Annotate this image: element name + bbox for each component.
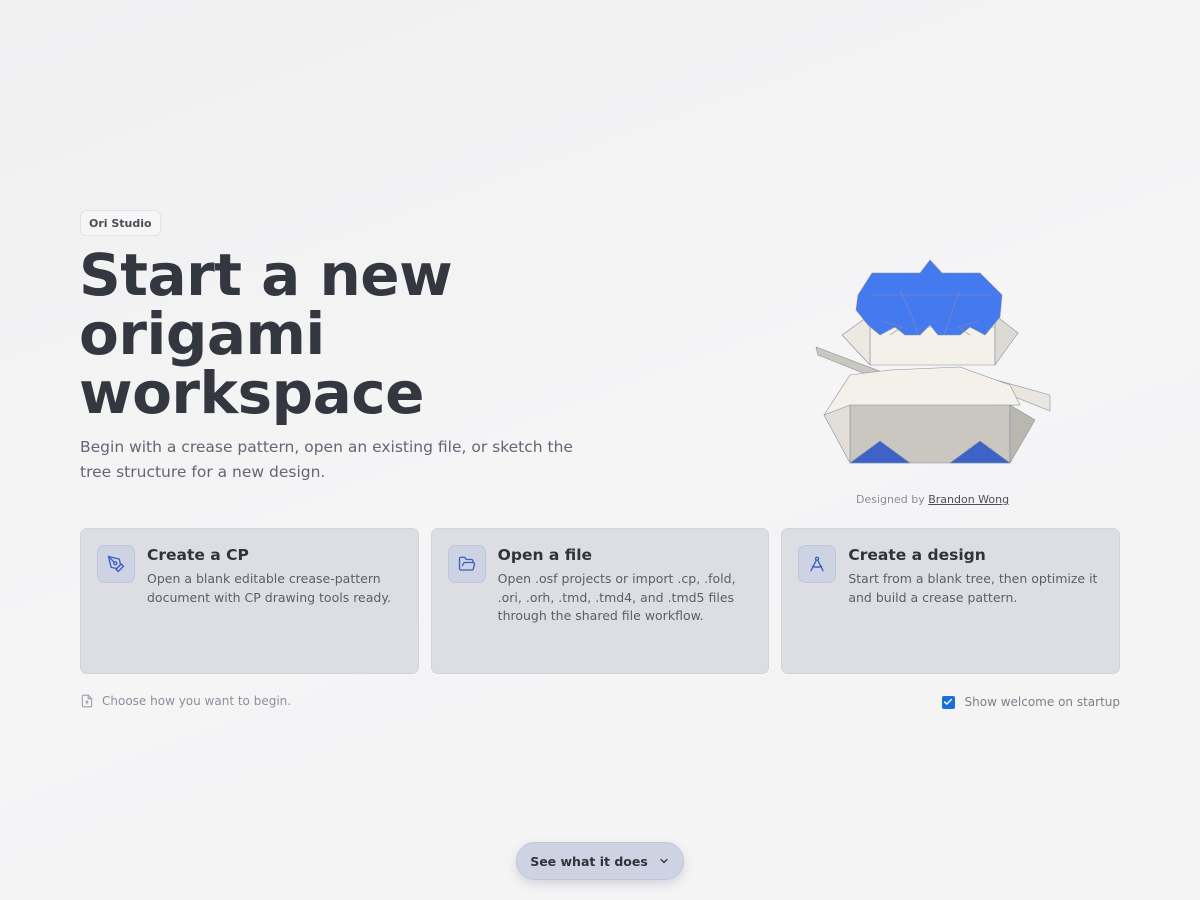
create-cp-card[interactable]: Create a CP Open a blank editable crease… [80, 528, 419, 674]
begin-hint: Choose how you want to begin. [80, 694, 291, 708]
create-design-card[interactable]: Create a design Start from a blank tree,… [781, 528, 1121, 674]
card-description: Start from a blank tree, then optimize i… [848, 571, 1098, 605]
card-description: Open a blank editable crease-pattern doc… [147, 571, 391, 605]
page-subtitle: Begin with a crease pattern, open an exi… [80, 438, 573, 481]
credit-prefix: Designed by [856, 493, 925, 506]
pen-nib-icon [97, 545, 135, 583]
folder-open-icon [447, 545, 486, 583]
credit-author-link[interactable]: Brandon Wong [928, 493, 1009, 506]
page-title: Start a new origami workspace [79, 241, 453, 427]
check-icon [943, 698, 953, 705]
startup-toggle[interactable]: Show welcome on startup [941, 695, 1120, 709]
open-file-card[interactable]: Open a file Open .osf projects or import… [430, 528, 770, 674]
origami-penguin-illustration [810, 255, 1060, 475]
card-title: Create a design [848, 546, 986, 564]
see-what-it-does-button[interactable]: See what it does [516, 842, 684, 880]
illustration-credit: Designed by Brandon Wong [856, 493, 1009, 506]
file-hint-icon [81, 694, 93, 708]
hint-text: Choose how you want to begin. [102, 694, 292, 708]
see-button-label: See what it does [530, 853, 648, 869]
card-title: Open a file [497, 546, 593, 564]
card-description: Open .osf projects or import .cp, .fold,… [497, 571, 736, 623]
penguin-image [815, 259, 1051, 464]
show-welcome-checkbox[interactable] [941, 695, 955, 709]
chevron-down-icon [660, 858, 668, 864]
start-options: Create a CP Open a blank editable crease… [80, 528, 1121, 674]
app-badge: Ori Studio [80, 210, 161, 236]
card-title: Create a CP [147, 546, 249, 564]
startup-label: Show welcome on startup [964, 695, 1120, 709]
compass-icon [798, 545, 837, 583]
